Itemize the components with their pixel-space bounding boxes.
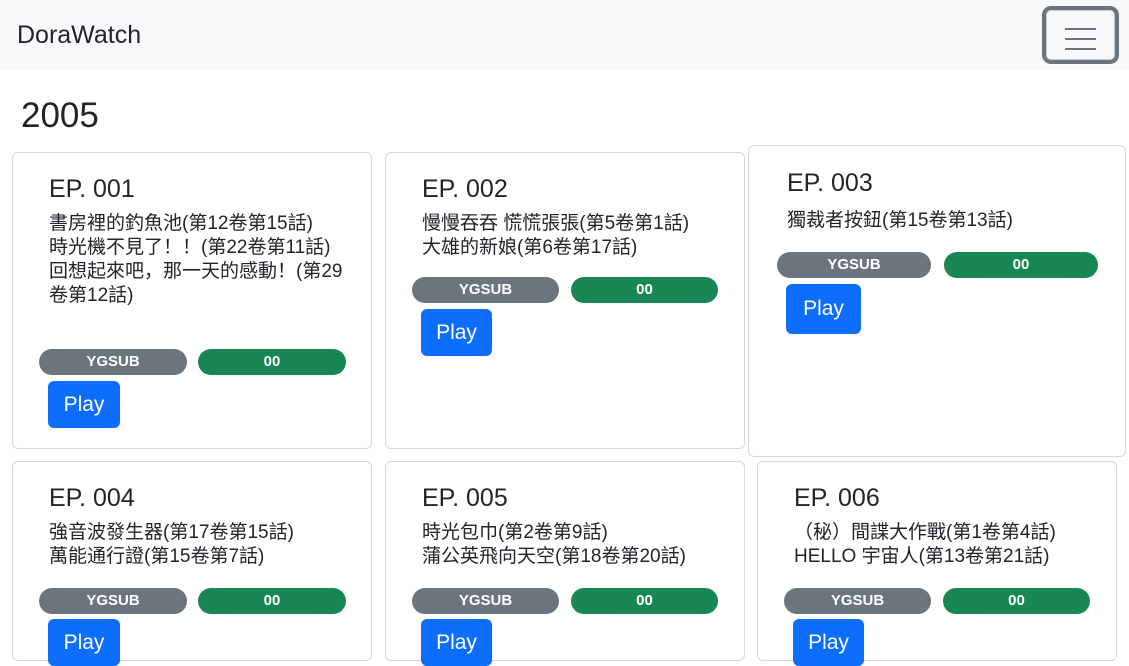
subtitle-group-badge: YGSUB [412,588,559,614]
episode-card: EP. 001 書房裡的釣魚池(第12卷第15話) 時光機不見了！！(第22卷第… [12,152,372,449]
count-badge: 00 [571,277,718,303]
hamburger-icon [1065,28,1096,30]
episode-title: 回想起來吧，那一天的感動！(第29卷第12話) [49,261,343,306]
episode-titles: 書房裡的釣魚池(第12卷第15話) 時光機不見了！！(第22卷第11話) 回想起… [49,212,347,308]
subtitle-group-badge: YGSUB [412,277,559,303]
episode-title: HELLO 宇宙人(第13卷第21話) [794,546,1050,567]
play-button[interactable]: Play [48,619,120,666]
episode-number: EP. 001 [49,175,135,203]
episode-title: 大雄的新娘(第6卷第17話) [422,237,638,258]
navbar: DoraWatch [0,0,1129,70]
episode-card: EP. 006 （秘）間諜大作戰(第1卷第4話) HELLO 宇宙人(第13卷第… [757,461,1117,666]
episode-number: EP. 004 [49,484,135,512]
episode-titles: 慢慢吞吞 慌慌張張(第5卷第1話) 大雄的新娘(第6卷第17話) [422,212,722,260]
subtitle-group-badge: YGSUB [784,588,931,614]
subtitle-group-badge: YGSUB [39,588,187,614]
count-badge: 00 [198,349,346,375]
play-button[interactable]: Play [786,284,861,334]
episode-title: 獨裁者按鈕(第15卷第13話) [787,210,1013,231]
episode-title: 萬能通行證(第15卷第7話) [49,546,265,567]
episode-title: 書房裡的釣魚池(第12卷第15話) [49,213,313,234]
play-button[interactable]: Play [793,619,864,666]
episode-titles: 獨裁者按鈕(第15卷第13話) [787,209,1107,233]
episode-titles: （秘）間諜大作戰(第1卷第4話) HELLO 宇宙人(第13卷第21話) [794,521,1104,569]
count-badge: 00 [944,252,1098,278]
year-heading: 2005 [21,96,99,135]
play-button[interactable]: Play [421,309,492,356]
episode-title: 時光機不見了！！(第22卷第11話) [49,237,331,258]
episode-title: 慢慢吞吞 慌慌張張(第5卷第1話) [422,213,690,234]
navbar-toggler-button[interactable] [1042,6,1119,64]
count-badge: 00 [571,588,718,614]
episode-titles: 強音波發生器(第17卷第15話) 萬能通行證(第15卷第7話) [49,521,349,569]
brand-link[interactable]: DoraWatch [17,19,141,51]
episode-card: EP. 003 獨裁者按鈕(第15卷第13話) YGSUB 00 Play [748,145,1126,457]
episode-card: EP. 005 時光包巾(第2卷第9話) 蒲公英飛向天空(第18卷第20話) Y… [385,461,745,666]
episode-title: 時光包巾(第2卷第9話) [422,522,608,543]
play-button[interactable]: Play [421,619,492,666]
episode-number: EP. 005 [422,484,508,512]
subtitle-group-badge: YGSUB [39,349,187,375]
subtitle-group-badge: YGSUB [777,252,931,278]
count-badge: 00 [943,588,1090,614]
episode-card: EP. 004 強音波發生器(第17卷第15話) 萬能通行證(第15卷第7話) … [12,461,372,666]
episode-number: EP. 006 [794,484,880,512]
episode-number: EP. 002 [422,175,508,203]
episode-title: 強音波發生器(第17卷第15話) [49,522,294,543]
episode-title: 蒲公英飛向天空(第18卷第20話) [422,546,686,567]
episode-card: EP. 002 慢慢吞吞 慌慌張張(第5卷第1話) 大雄的新娘(第6卷第17話)… [385,152,745,449]
episode-title: （秘）間諜大作戰(第1卷第4話) [794,522,1056,543]
play-button[interactable]: Play [48,381,120,428]
count-badge: 00 [198,588,346,614]
episode-number: EP. 003 [787,169,873,197]
episode-titles: 時光包巾(第2卷第9話) 蒲公英飛向天空(第18卷第20話) [422,521,732,569]
